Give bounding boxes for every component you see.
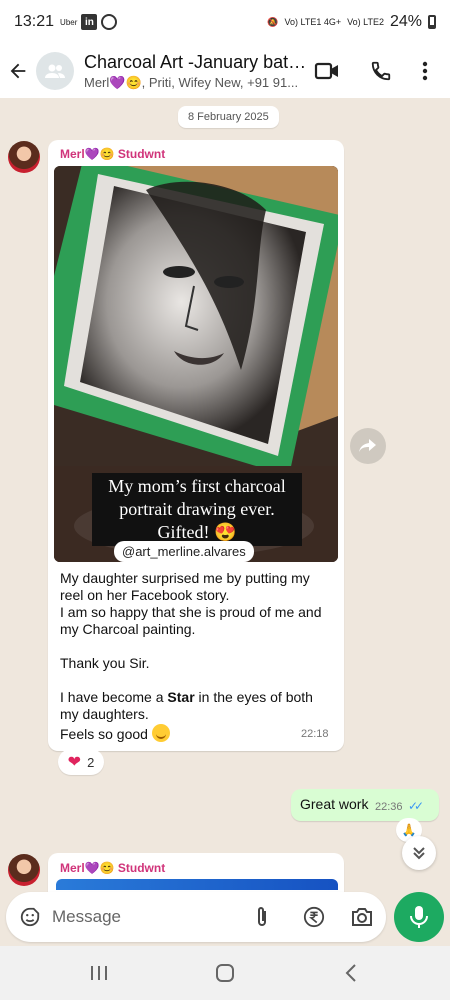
whatsapp-notification-icon [101, 14, 118, 30]
message-line: My daughter surprised me by putting my r… [60, 570, 310, 603]
message-bold-word: Star [167, 689, 195, 705]
mic-button[interactable] [394, 892, 444, 942]
phone-icon[interactable] [366, 56, 396, 86]
smile-emoji-icon [151, 724, 170, 742]
reaction-chip[interactable]: ❤ 2 [58, 749, 104, 775]
message-line: Thank you Sir. [60, 655, 150, 671]
camera-icon[interactable] [350, 905, 374, 929]
mic-icon [410, 906, 428, 928]
battery-level: 24% [389, 13, 422, 30]
attach-icon[interactable] [250, 905, 274, 929]
outgoing-message-bubble[interactable]: Great work 22:36 ✓✓ [291, 789, 439, 821]
date-chip: 8 February 2025 [178, 106, 279, 128]
status-time: 13:21 [14, 13, 55, 30]
sender-name[interactable]: Merl💜😊 Studwnt [60, 861, 165, 875]
forward-icon[interactable] [350, 428, 386, 464]
chevron-double-down-icon[interactable] [402, 836, 436, 870]
media-caption: My mom’s first charcoal portrait drawing… [92, 473, 302, 546]
message-line: I have become a Star in the eyes of both… [60, 689, 335, 723]
message-text: My daughter surprised me by putting my r… [60, 570, 335, 743]
video-call-icon[interactable] [312, 56, 342, 86]
message-input-container [6, 892, 386, 942]
composer [0, 890, 450, 946]
sticker-icon[interactable] [18, 905, 42, 929]
pray-reaction-icon: 🙏 [401, 823, 417, 837]
message-time: 22:36 [375, 801, 403, 813]
status-bar: 13:21 Uber in 🔕 Vo) LTE1 4G+ Vo) LTE2 24… [0, 0, 450, 44]
home-icon[interactable] [212, 960, 238, 986]
chat-info[interactable]: Charcoal Art -January batch... Merl💜😊, P… [84, 52, 314, 91]
heart-reaction-icon: ❤ [67, 754, 82, 771]
chat-title: Charcoal Art -January batch... [84, 51, 314, 72]
status-indicators: 🔕 Vo) LTE1 4G+ Vo) LTE2 24% [267, 13, 436, 31]
uber-notification-icon: Uber [60, 17, 78, 27]
network-1-label: Vo) LTE1 4G+ [284, 17, 342, 27]
reaction-count: 2 [87, 754, 95, 770]
media-preview[interactable] [56, 879, 338, 890]
back-arrow-icon[interactable] [0, 44, 36, 98]
chat-header: Charcoal Art -January batch... Merl💜😊, P… [0, 44, 450, 98]
message-text: Great work [300, 796, 369, 812]
message-line: Feels so good [60, 724, 335, 743]
sender-avatar[interactable] [8, 141, 40, 173]
recents-icon[interactable] [86, 960, 112, 986]
read-ticks-icon: ✓✓ [408, 799, 424, 813]
message-fragment: Feels so good [60, 726, 148, 742]
linkedin-notification-icon: in [81, 14, 98, 30]
back-nav-icon[interactable] [338, 960, 364, 986]
sender-avatar[interactable] [8, 854, 40, 886]
battery-icon [428, 15, 436, 29]
group-icon [45, 64, 65, 78]
group-avatar[interactable] [36, 52, 74, 90]
sender-name[interactable]: Merl💜😊 Studwnt [60, 147, 165, 161]
message-fragment: I have become a [60, 689, 168, 705]
system-nav-bar [0, 946, 450, 1000]
message-input[interactable] [52, 905, 232, 929]
chat-participants: Merl💜😊, Priti, Wifey New, +91 91... [84, 74, 299, 90]
media-handle: @art_merline.alvares [114, 541, 254, 562]
message-line: I am so happy that she is proud of me an… [60, 604, 322, 637]
network-2-label: Vo) LTE2 [347, 17, 384, 27]
mute-icon: 🔕 [267, 16, 279, 27]
rupee-icon[interactable] [302, 905, 326, 929]
message-time: 22:18 [301, 728, 329, 740]
more-vert-icon[interactable] [410, 56, 440, 86]
